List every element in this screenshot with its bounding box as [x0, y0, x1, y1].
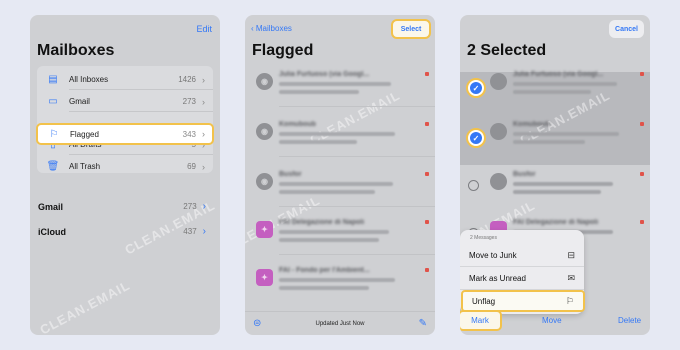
- flag-icon: [640, 122, 644, 126]
- filter-icon[interactable]: ⊜: [253, 318, 261, 329]
- cancel-button[interactable]: Cancel: [609, 20, 644, 38]
- checkbox-checked[interactable]: ✓: [466, 78, 486, 98]
- bottom-toolbar: Mark Move Delete: [460, 307, 650, 335]
- mailbox-count: 343: [182, 129, 196, 139]
- chevron-right-icon: ›: [202, 96, 205, 107]
- mailbox-row-gmail[interactable]: ▭ Gmail 273 ›: [37, 91, 213, 112]
- page-title: Mailboxes: [37, 42, 115, 59]
- list-item[interactable]: ✓ Komuboub: [460, 115, 650, 157]
- sender-name: Komuboub: [279, 121, 316, 128]
- select-button[interactable]: Select: [391, 19, 431, 39]
- tray-stack-icon: ▤: [48, 74, 58, 85]
- account-label: Gmail: [38, 201, 64, 212]
- junk-bin-icon: ⊟: [567, 250, 575, 260]
- chevron-right-icon: ›: [202, 201, 206, 212]
- list-item[interactable]: ✓ Julia Furtuoso (via Googl...: [460, 65, 650, 107]
- checkmark-icon: ✓: [470, 132, 482, 144]
- back-label: Mailboxes: [255, 24, 292, 33]
- flag-icon: ⚐: [49, 128, 59, 140]
- list-item[interactable]: ✦ FAI Delegazione di Napoli: [245, 213, 435, 255]
- sender-name: Busfor: [279, 171, 302, 178]
- menu-item-move-to-junk[interactable]: Move to Junk ⊟: [460, 245, 584, 267]
- delete-button[interactable]: Delete: [618, 316, 641, 325]
- menu-header: 2 Messages: [470, 235, 497, 241]
- mailbox-list: ▤ All Inboxes 1426 › ▭ Gmail 273 › ▯ All…: [37, 66, 213, 173]
- flag-icon: [640, 220, 644, 224]
- compose-icon[interactable]: ✎: [419, 318, 427, 329]
- sender-name: Busfor: [513, 171, 536, 178]
- menu-item-label: Unflag: [472, 296, 496, 306]
- flag-icon: [640, 172, 644, 176]
- bottom-toolbar: ⊜ Updated Just Now ✎: [245, 311, 435, 335]
- avatar: [490, 123, 507, 140]
- edit-button[interactable]: Edit: [196, 24, 212, 34]
- menu-item-label: Mark as Unread: [469, 274, 526, 283]
- checkbox-unchecked[interactable]: [468, 180, 479, 191]
- unflag-icon: ⚐: [565, 295, 574, 306]
- list-item[interactable]: ✦ FAI - Fondo per l'Ambient...: [245, 261, 435, 303]
- account-row-gmail[interactable]: Gmail 273 ›: [38, 201, 214, 212]
- list-item[interactable]: Busfor: [460, 165, 650, 207]
- page-title: 2 Selected: [467, 42, 547, 59]
- menu-item-label: Move to Junk: [469, 251, 517, 260]
- update-status: Updated Just Now: [315, 320, 365, 327]
- flagged-screen: CLEAN.EMAIL CLEAN.EMAIL ‹ Mailboxes Sele…: [245, 15, 435, 335]
- flag-icon: [425, 220, 429, 224]
- account-count: 273: [183, 202, 197, 211]
- checkbox-checked[interactable]: ✓: [466, 128, 486, 148]
- mark-button[interactable]: Mark: [460, 310, 502, 331]
- checkmark-icon: ✓: [470, 82, 482, 94]
- mailboxes-screen: CLEAN.EMAIL CLEAN.EMAIL CLEAN.EMAIL Edit…: [30, 15, 220, 335]
- back-button[interactable]: ‹ Mailboxes: [251, 24, 292, 33]
- mailbox-row-all-trash[interactable]: 🗑 All Trash 69 ›: [37, 156, 213, 177]
- mailbox-row-all-inboxes[interactable]: ▤ All Inboxes 1426 ›: [37, 69, 213, 90]
- account-row-icloud[interactable]: iCloud 437 ›: [38, 226, 214, 237]
- flag-icon: [425, 172, 429, 176]
- mailbox-label: All Trash: [69, 162, 101, 171]
- account-count: 437: [183, 227, 197, 236]
- watermark: CLEAN.EMAIL: [37, 277, 133, 335]
- avatar: ◉: [256, 123, 273, 140]
- list-item[interactable]: ◉ Busfor: [245, 165, 435, 207]
- move-button[interactable]: Move: [542, 316, 562, 325]
- mailbox-count: 69: [187, 162, 196, 171]
- avatar: ✦: [256, 221, 273, 238]
- avatar: [490, 73, 507, 90]
- avatar: ◉: [256, 173, 273, 190]
- mailbox-row-flagged[interactable]: ⚐ Flagged 343 ›: [36, 123, 214, 145]
- sender-name: FAI Delegazione di Napoli: [279, 219, 365, 226]
- account-label: iCloud: [38, 226, 66, 237]
- chevron-right-icon: ›: [202, 74, 205, 85]
- envelope-badge-icon: ✉: [567, 273, 575, 283]
- sender-name: Julia Furtuoso (via Googl...: [513, 71, 604, 78]
- sender-name: FAI - Fondo per l'Ambient...: [279, 267, 370, 274]
- sender-name: FAI Delegazione di Napoli: [513, 219, 599, 226]
- tray-icon: ▭: [48, 96, 58, 107]
- list-item[interactable]: ◉ Julia Furtuoso (via Googl...: [245, 65, 435, 107]
- trash-icon: 🗑: [46, 161, 60, 172]
- mailbox-label: Gmail: [69, 97, 90, 106]
- sender-name: Komuboub: [513, 121, 550, 128]
- menu-item-mark-as-unread[interactable]: Mark as Unread ✉: [460, 268, 584, 290]
- mailbox-count: 1426: [178, 75, 196, 84]
- mailbox-label: All Inboxes: [69, 75, 109, 84]
- chevron-right-icon: ›: [202, 161, 205, 172]
- flag-icon: [425, 268, 429, 272]
- mailbox-label: Flagged: [70, 129, 99, 139]
- mark-menu: 2 Messages Move to Junk ⊟ Mark as Unread…: [460, 230, 585, 314]
- page-title: Flagged: [252, 42, 314, 59]
- selected-screen: CLEAN.EMAIL CLEAN.EMAIL Cancel 2 Selecte…: [460, 15, 650, 335]
- flag-icon: [425, 72, 429, 76]
- list-item[interactable]: ◉ Komuboub: [245, 115, 435, 157]
- chevron-right-icon: ›: [202, 226, 206, 237]
- sender-name: Julia Furtuoso (via Googl...: [279, 71, 370, 78]
- flag-icon: [640, 72, 644, 76]
- flag-icon: [425, 122, 429, 126]
- avatar: ◉: [256, 73, 273, 90]
- avatar: [490, 173, 507, 190]
- chevron-right-icon: ›: [202, 129, 205, 139]
- avatar: ✦: [256, 269, 273, 286]
- mailbox-count: 273: [182, 97, 196, 106]
